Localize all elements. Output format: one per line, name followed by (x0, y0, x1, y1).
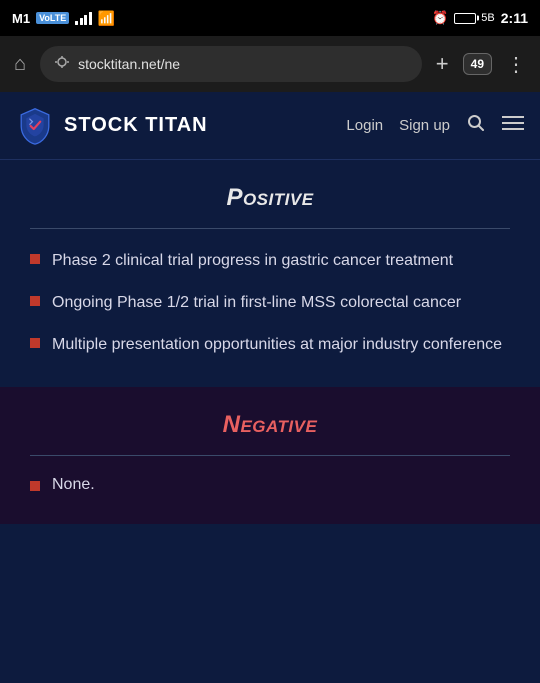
header-nav: Login Sign up (346, 113, 524, 138)
list-item: Multiple presentation opportunities at m… (30, 333, 510, 357)
time-label: 2:11 (501, 10, 528, 26)
wifi-icon: 📶 (98, 10, 115, 27)
negative-divider (30, 455, 510, 456)
negative-bullet-1: None. (52, 476, 95, 494)
positive-bullet-3: Multiple presentation opportunities at m… (52, 333, 502, 357)
address-bar: ⌂ stocktitan.net/ne + 49 ⋮ (0, 36, 540, 92)
new-tab-button[interactable]: + (432, 47, 453, 81)
positive-title: Positive (30, 184, 510, 212)
tab-count-button[interactable]: 49 (463, 53, 492, 75)
negative-title: Negative (30, 411, 510, 439)
positive-bullet-2: Ongoing Phase 1/2 trial in first-line MS… (52, 291, 461, 315)
logo-area: STOCK TITAN (16, 107, 208, 145)
bullet-marker (30, 481, 40, 491)
url-text: stocktitan.net/ne (78, 56, 180, 72)
positive-divider (30, 228, 510, 229)
bullet-marker (30, 338, 40, 348)
alarm-icon: ⏰ (432, 10, 448, 26)
battery-icon: 5B (454, 12, 494, 24)
status-left: M1 VoLTE 📶 (12, 10, 115, 27)
status-right: ⏰ 5B 2:11 (432, 10, 528, 26)
bullet-marker (30, 254, 40, 264)
home-button[interactable]: ⌂ (10, 49, 30, 80)
negative-none: None. (30, 476, 510, 494)
positive-bullet-1: Phase 2 clinical trial progress in gastr… (52, 249, 453, 273)
battery-label: 5B (481, 12, 494, 24)
browser-menu-button[interactable]: ⋮ (502, 48, 530, 81)
carrier-label: M1 (12, 11, 30, 26)
site-header: STOCK TITAN Login Sign up (0, 92, 540, 160)
status-bar: M1 VoLTE 📶 ⏰ 5B 2:11 (0, 0, 540, 36)
hamburger-icon[interactable] (502, 114, 524, 137)
signal-icon (75, 11, 92, 25)
list-item: Ongoing Phase 1/2 trial in first-line MS… (30, 291, 510, 315)
positive-section: Positive Phase 2 clinical trial progress… (0, 160, 540, 387)
volte-badge: VoLTE (36, 12, 69, 24)
url-box[interactable]: stocktitan.net/ne (40, 46, 422, 82)
search-icon[interactable] (466, 113, 486, 138)
positive-bullet-list: Phase 2 clinical trial progress in gastr… (30, 249, 510, 357)
signup-link[interactable]: Sign up (399, 117, 450, 134)
logo-icon (16, 107, 54, 145)
negative-section: Negative None. (0, 387, 540, 524)
bullet-marker (30, 296, 40, 306)
url-security-icon (54, 55, 70, 74)
logo-text: STOCK TITAN (64, 114, 208, 137)
main-content: Positive Phase 2 clinical trial progress… (0, 160, 540, 683)
list-item: Phase 2 clinical trial progress in gastr… (30, 249, 510, 273)
login-link[interactable]: Login (346, 117, 383, 134)
